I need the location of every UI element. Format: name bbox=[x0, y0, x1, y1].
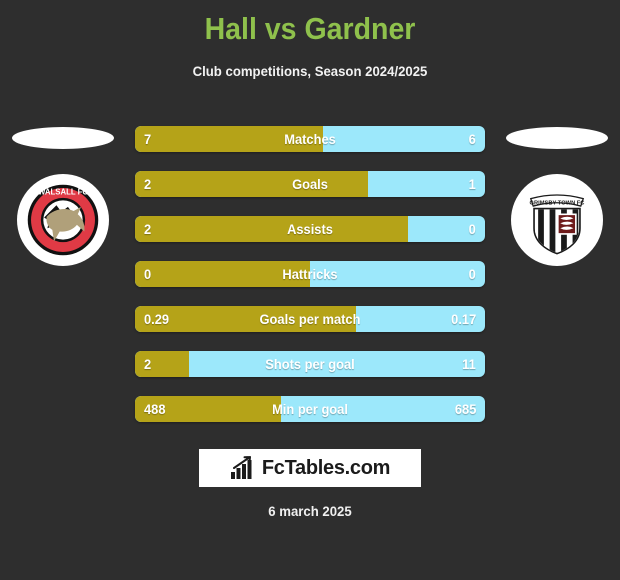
bar-chart-arrow-icon bbox=[230, 456, 252, 479]
stat-label-matches: Matches bbox=[284, 131, 336, 147]
away-value-shots-per-goal: 11 bbox=[462, 356, 476, 372]
stat-label-goals: Goals bbox=[292, 176, 328, 192]
svg-text:WALSALL FC: WALSALL FC bbox=[38, 188, 88, 197]
stat-row-shots-per-goal: 2 Shots per goal 11 bbox=[135, 351, 485, 377]
page-title: Hall vs Gardner bbox=[204, 11, 416, 46]
stat-row-matches: 7 Matches 6 bbox=[135, 126, 485, 152]
away-value-goals-per-match: 0.17 bbox=[450, 311, 476, 327]
away-value-matches: 6 bbox=[468, 131, 476, 147]
grimsby-town-fc-crest-icon: GRIMSBY TOWN FC bbox=[519, 182, 595, 258]
stat-row-assists: 2 Assists 0 bbox=[135, 216, 485, 242]
away-value-goals: 1 bbox=[468, 176, 476, 192]
away-team-crest: GRIMSBY TOWN FC bbox=[511, 174, 603, 266]
brand-name: FcTables.com bbox=[261, 456, 391, 479]
stat-row-hattricks: 0 Hattricks 0 bbox=[135, 261, 485, 287]
stats-bar-list: 7 Matches 6 2 Goals 1 2 Assists 0 0 Hatt… bbox=[135, 126, 485, 441]
stat-comparison-page: Hall vs Gardner Club competitions, Seaso… bbox=[0, 0, 620, 580]
svg-text:GRIMSBY TOWN FC: GRIMSBY TOWN FC bbox=[530, 200, 585, 206]
stat-row-min-per-goal: 488 Min per goal 685 bbox=[135, 396, 485, 422]
home-team-crest: WALSALL FC bbox=[17, 174, 109, 266]
away-value-assists: 0 bbox=[468, 221, 476, 237]
stat-label-assists: Assists bbox=[287, 221, 333, 237]
stat-label-shots-per-goal: Shots per goal bbox=[265, 356, 355, 372]
report-date: 6 march 2025 bbox=[268, 503, 352, 519]
away-value-hattricks: 0 bbox=[468, 266, 476, 282]
stat-label-goals-per-match: Goals per match bbox=[259, 311, 361, 327]
stat-row-goals-per-match: 0.29 Goals per match 0.17 bbox=[135, 306, 485, 332]
fctables-brand-badge[interactable]: FcTables.com bbox=[199, 449, 421, 487]
home-team-shadow-ellipse bbox=[12, 127, 114, 149]
page-subtitle: Club competitions, Season 2024/2025 bbox=[192, 63, 428, 79]
away-team-shadow-ellipse bbox=[506, 127, 608, 149]
stat-label-hattricks: Hattricks bbox=[282, 266, 338, 282]
away-value-min-per-goal: 685 bbox=[454, 401, 476, 417]
walsall-fc-crest-icon: WALSALL FC bbox=[25, 182, 101, 258]
stat-label-min-per-goal: Min per goal bbox=[272, 401, 348, 417]
stat-row-goals: 2 Goals 1 bbox=[135, 171, 485, 197]
